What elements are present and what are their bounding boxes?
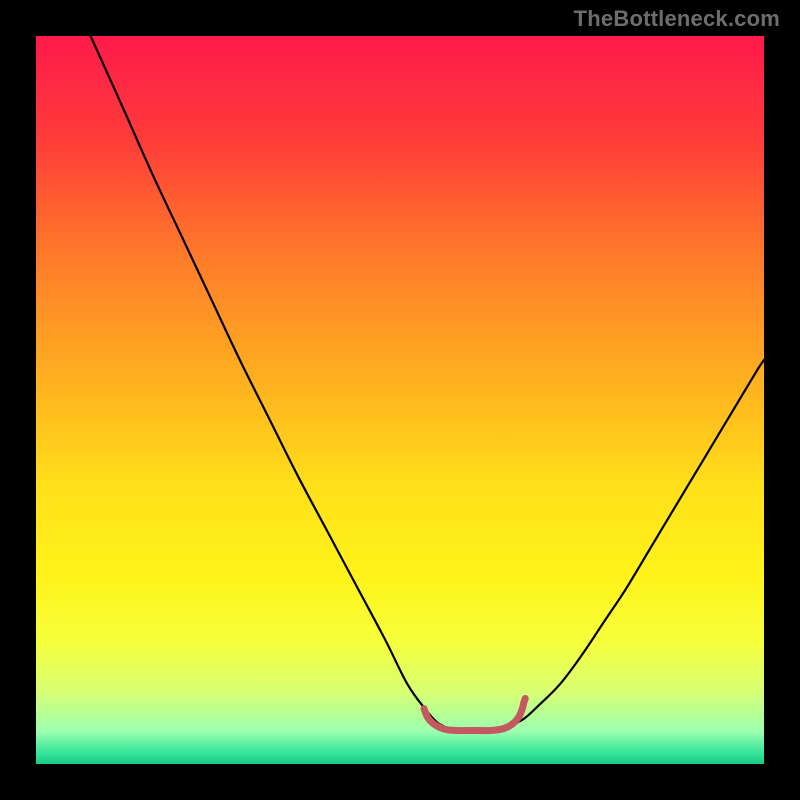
- chart-curves: [36, 36, 764, 764]
- series-bottom-highlight: [424, 698, 525, 730]
- chart-frame: TheBottleneck.com: [0, 0, 800, 800]
- plot-area: [36, 36, 764, 764]
- series-left-branch: [91, 36, 444, 726]
- watermark-label: TheBottleneck.com: [574, 6, 780, 32]
- series-right-branch: [509, 360, 764, 726]
